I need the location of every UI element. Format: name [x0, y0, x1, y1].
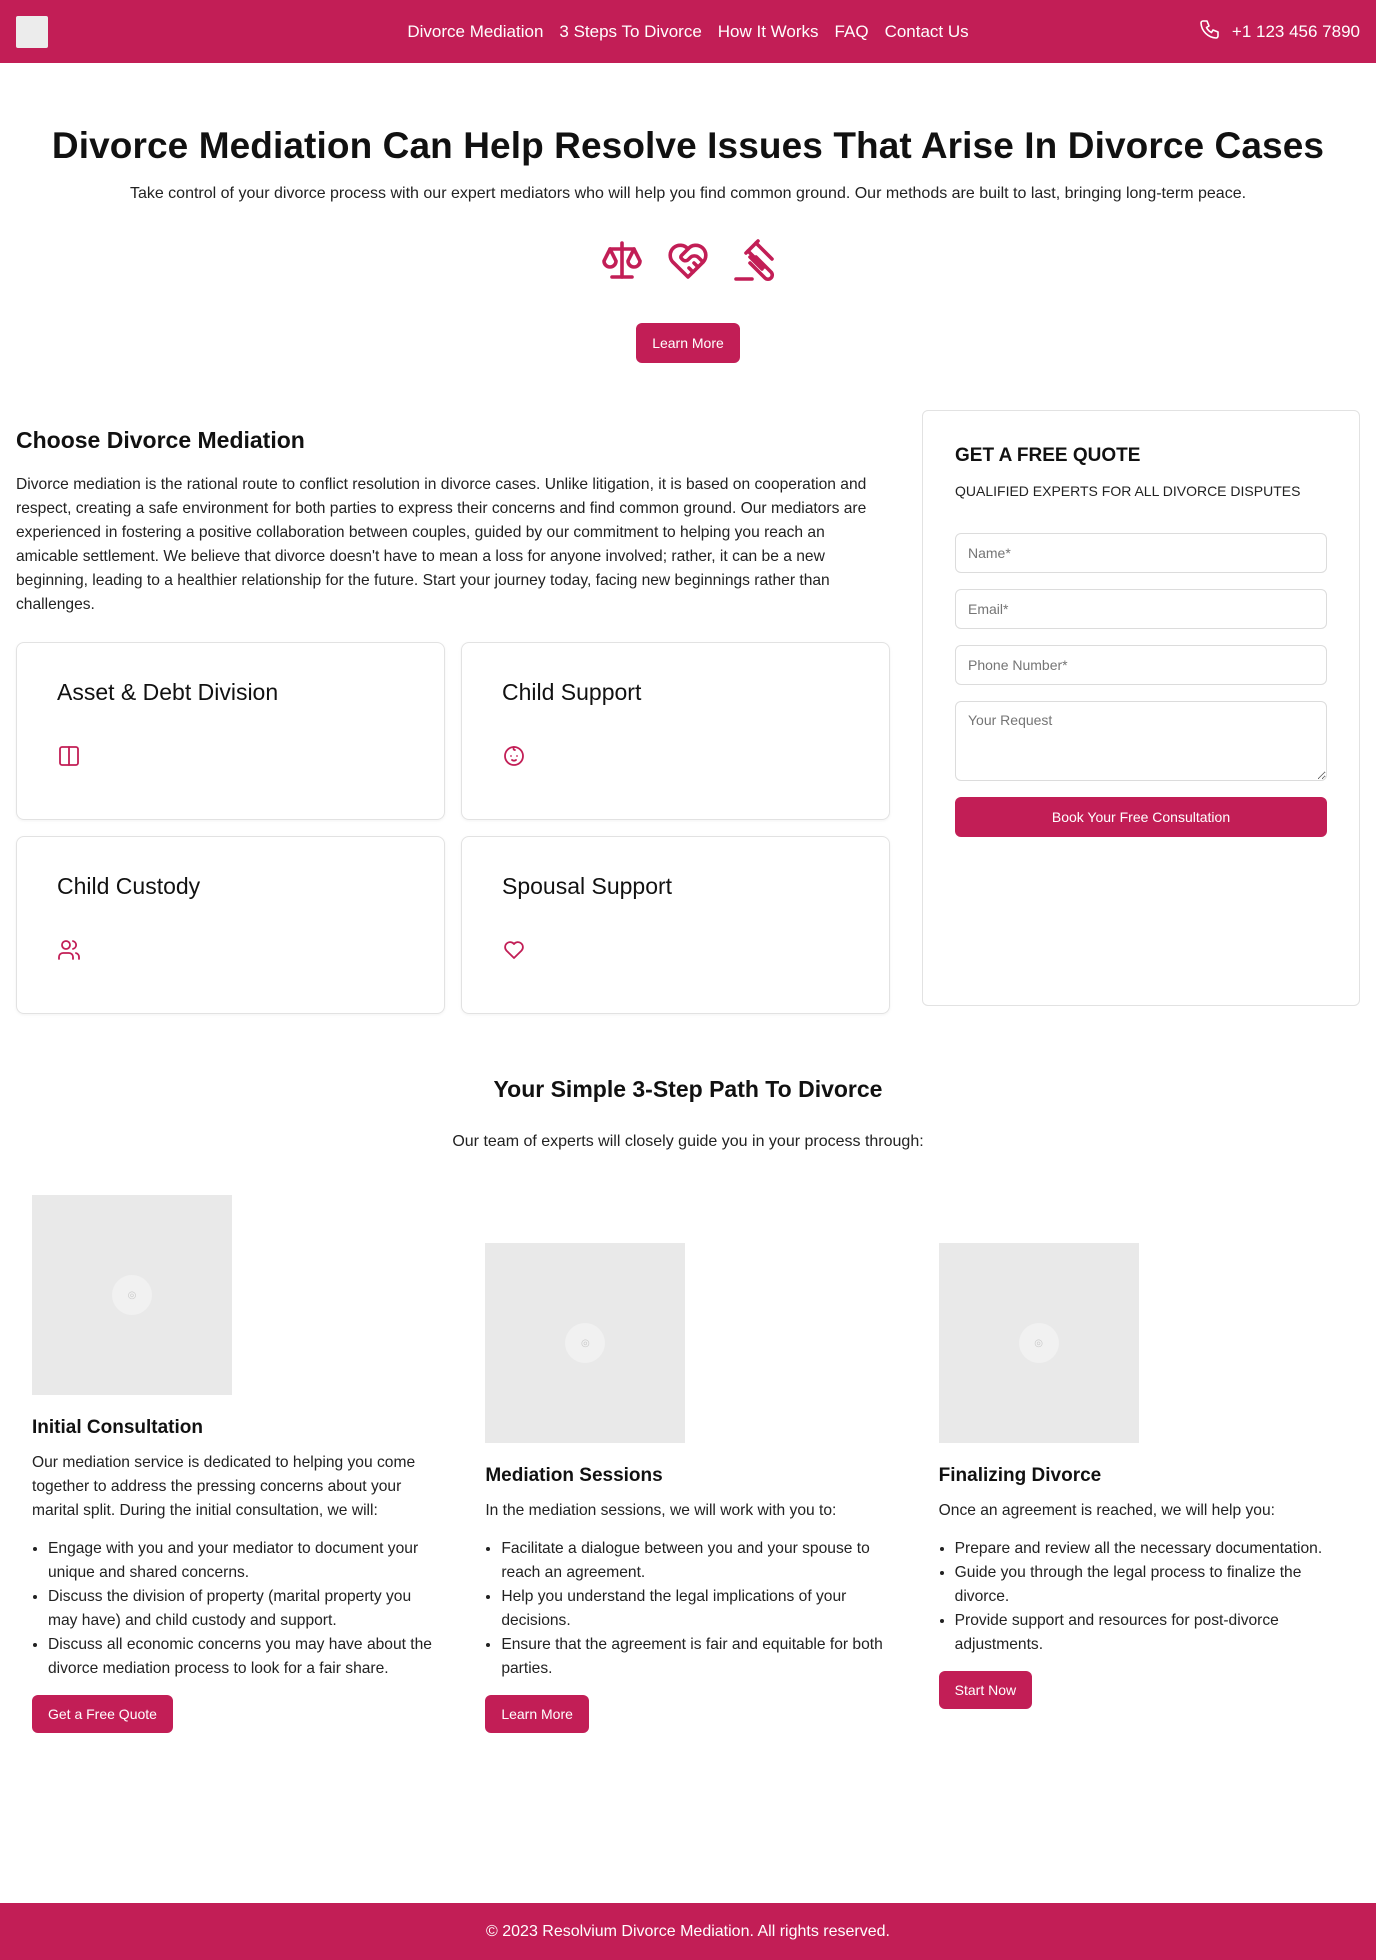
- steps-list: ◎ Initial Consultation Our mediation ser…: [0, 1195, 1376, 1733]
- quote-form: Book Your Free Consultation: [955, 533, 1327, 837]
- gavel-icon: [730, 237, 778, 285]
- list-item: Help you understand the legal implicatio…: [501, 1585, 890, 1633]
- choose-title: Choose Divorce Mediation: [16, 427, 305, 453]
- step-finalizing-divorce: ◎ Finalizing Divorce Once an agreement i…: [938, 1243, 1344, 1733]
- hero-subtitle: Take control of your divorce process wit…: [129, 185, 1247, 202]
- page: Divorce Mediation 3 Steps To Divorce How…: [0, 0, 1376, 1960]
- nav-link-faq[interactable]: FAQ: [835, 22, 869, 42]
- list-item: Engage with you and your mediator to doc…: [48, 1537, 437, 1585]
- choose-description: Divorce mediation is the rational route …: [16, 476, 867, 613]
- image-placeholder-icon: ◎: [1018, 1323, 1059, 1363]
- logo[interactable]: [16, 15, 48, 48]
- start-now-button[interactable]: Start Now: [938, 1671, 1033, 1709]
- phone-field[interactable]: [955, 645, 1327, 685]
- step-title: Mediation Sessions: [485, 1465, 663, 1486]
- service-card-title: Spousal Support: [502, 873, 673, 899]
- list-item: Discuss all economic concerns you may ha…: [48, 1633, 437, 1681]
- steps-title: Your Simple 3-Step Path To Divorce: [493, 1076, 883, 1102]
- choose-section: Choose Divorce Mediation Divorce mediati…: [0, 410, 1376, 1014]
- service-card-title: Child Support: [502, 679, 642, 705]
- step-title: Initial Consultation: [32, 1417, 203, 1438]
- users-icon: [57, 938, 81, 962]
- list-item: Discuss the division of property (marita…: [48, 1585, 437, 1633]
- step-text: Once an agreement is reached, we will he…: [938, 1502, 1275, 1519]
- service-card-spousal-support[interactable]: Spousal Support: [461, 836, 890, 1014]
- step-initial-consultation: ◎ Initial Consultation Our mediation ser…: [32, 1195, 437, 1733]
- step-image-placeholder: ◎: [485, 1243, 686, 1443]
- step-bullets: Facilitate a dialogue between you and yo…: [485, 1537, 890, 1681]
- step-text: Our mediation service is dedicated to he…: [32, 1454, 416, 1519]
- heart-icon: [502, 938, 526, 962]
- learn-more-button[interactable]: Learn More: [485, 1695, 589, 1733]
- image-placeholder-icon: ◎: [565, 1323, 606, 1363]
- list-item: Guide you through the legal process to f…: [955, 1561, 1344, 1609]
- hero-section: Divorce Mediation Can Help Resolve Issue…: [0, 63, 1376, 363]
- scale-icon: [598, 237, 646, 285]
- top-navbar: Divorce Mediation 3 Steps To Divorce How…: [0, 0, 1376, 63]
- service-card-title: Asset & Debt Division: [57, 679, 279, 705]
- service-card-asset-debt[interactable]: Asset & Debt Division: [16, 642, 445, 820]
- step-title: Finalizing Divorce: [938, 1465, 1102, 1486]
- step-mediation-sessions: ◎ Mediation Sessions In the mediation se…: [485, 1243, 890, 1733]
- steps-section: Your Simple 3-Step Path To Divorce Our t…: [0, 1076, 1376, 1733]
- steps-header: Your Simple 3-Step Path To Divorce Our t…: [0, 1076, 1376, 1151]
- step-text: In the mediation sessions, we will work …: [485, 1502, 837, 1519]
- hero-title: Divorce Mediation Can Help Resolve Issue…: [51, 125, 1325, 166]
- service-card-title: Child Custody: [57, 873, 201, 899]
- list-item: Facilitate a dialogue between you and yo…: [501, 1537, 890, 1585]
- nav-link-how-it-works[interactable]: How It Works: [718, 22, 819, 42]
- nav-link-divorce-mediation[interactable]: Divorce Mediation: [407, 22, 543, 42]
- heart-handshake-icon: [664, 237, 712, 285]
- nav-link-3-steps[interactable]: 3 Steps To Divorce: [559, 22, 701, 42]
- service-card-child-custody[interactable]: Child Custody: [16, 836, 445, 1014]
- email-field[interactable]: [955, 589, 1327, 629]
- phone-icon: [1198, 17, 1222, 46]
- hero-learn-more-button[interactable]: Learn More: [636, 323, 740, 363]
- list-item: Prepare and review all the necessary doc…: [955, 1537, 1344, 1561]
- request-field[interactable]: [955, 701, 1327, 781]
- footer-copyright: © 2023 Resolvium Divorce Mediation. All …: [486, 1922, 890, 1940]
- name-field[interactable]: [955, 533, 1327, 573]
- phone-number: +1 123 456 7890: [1231, 21, 1360, 41]
- step-image-placeholder: ◎: [938, 1243, 1139, 1443]
- baby-icon: [502, 744, 526, 768]
- steps-subtitle: Our team of experts will closely guide y…: [452, 1133, 924, 1150]
- service-cards: Asset & Debt Division Child Support Chil…: [16, 642, 890, 1014]
- hero-icons: [0, 237, 1376, 285]
- quote-title: GET A FREE QUOTE: [955, 445, 1141, 466]
- footer: © 2023 Resolvium Divorce Mediation. All …: [0, 1903, 1376, 1960]
- get-free-quote-button[interactable]: Get a Free Quote: [32, 1695, 173, 1733]
- step-bullets: Engage with you and your mediator to doc…: [32, 1537, 437, 1681]
- quote-subtitle: QUALIFIED EXPERTS FOR ALL DIVORCE DISPUT…: [955, 483, 1301, 499]
- choose-content: Choose Divorce Mediation Divorce mediati…: [16, 425, 890, 1014]
- service-card-child-support[interactable]: Child Support: [461, 642, 890, 820]
- list-item: Provide support and resources for post-d…: [955, 1609, 1344, 1657]
- quote-form-panel: GET A FREE QUOTE QUALIFIED EXPERTS FOR A…: [922, 410, 1360, 1006]
- phone-link[interactable]: +1 123 456 7890: [1198, 17, 1360, 46]
- step-bullets: Prepare and review all the necessary doc…: [939, 1537, 1344, 1657]
- main-nav: Divorce Mediation 3 Steps To Divorce How…: [0, 0, 1376, 63]
- columns-icon: [57, 744, 81, 768]
- book-consultation-button[interactable]: Book Your Free Consultation: [955, 797, 1327, 837]
- list-item: Ensure that the agreement is fair and eq…: [501, 1633, 890, 1681]
- image-placeholder-icon: ◎: [112, 1275, 152, 1315]
- nav-link-contact-us[interactable]: Contact Us: [885, 22, 969, 42]
- step-image-placeholder: ◎: [32, 1195, 232, 1395]
